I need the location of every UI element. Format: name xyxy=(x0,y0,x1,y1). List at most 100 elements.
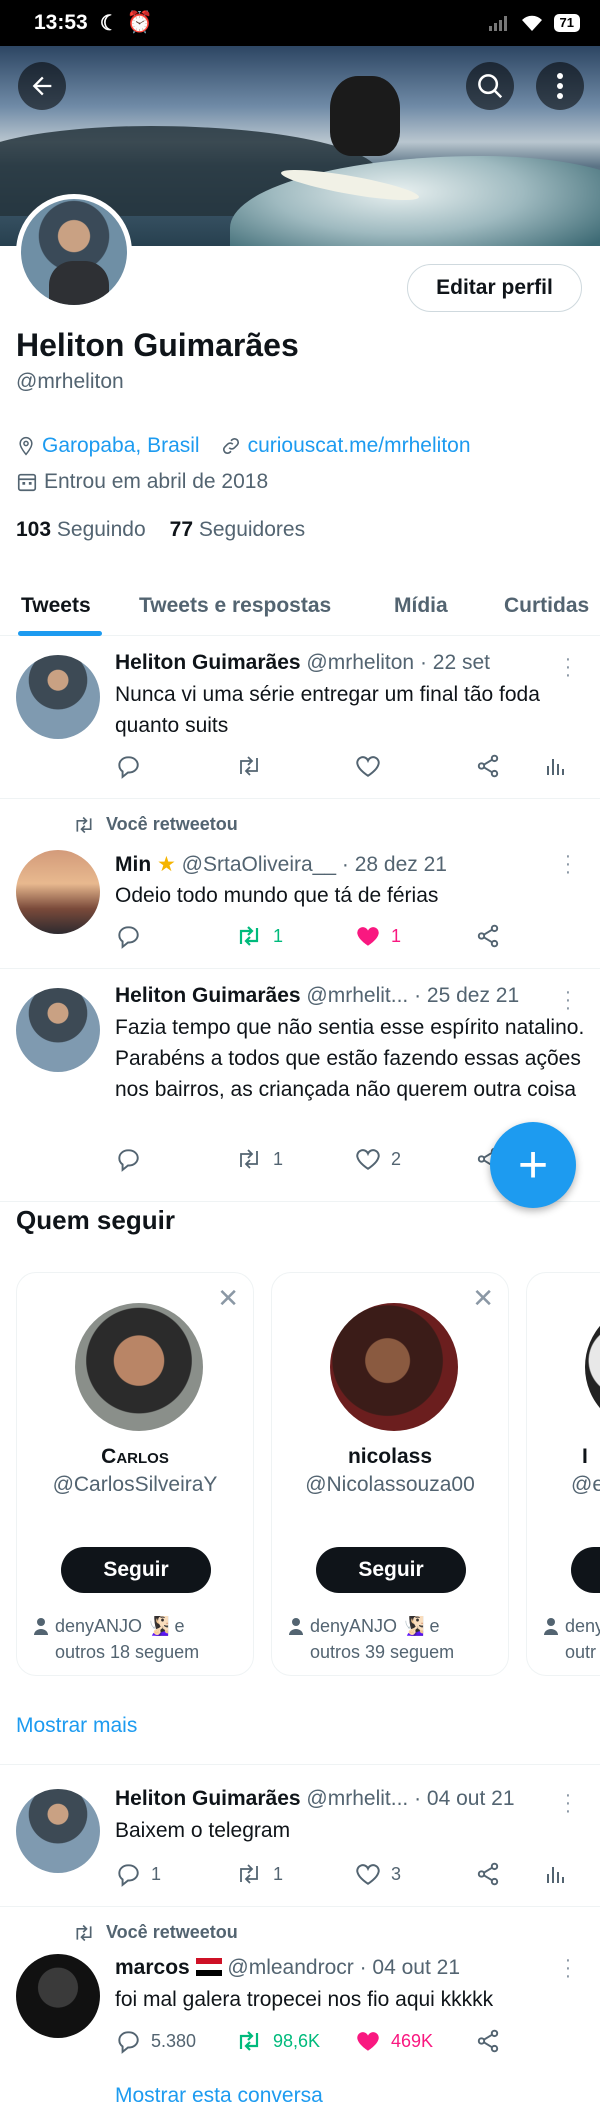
profile-joined-row: Entrou em abril de 2018 xyxy=(16,470,268,494)
retweet-icon xyxy=(76,1924,92,1941)
follow-button[interactable] xyxy=(571,1547,600,1593)
star-emoji-icon: ★ xyxy=(157,853,176,876)
profile-location: Garopaba, Brasil xyxy=(42,434,200,457)
follow-suggestion-card[interactable]: I @e deny outr xyxy=(526,1272,600,1676)
search-button[interactable] xyxy=(466,62,514,110)
retweet-count: 1 xyxy=(273,1863,284,1884)
follow-suggestion-card[interactable]: ✕ Carlos @CarlosSilveiraY Seguir denyANJ… xyxy=(16,1272,254,1676)
tweet-more-icon[interactable]: · · · xyxy=(562,649,574,685)
tab-tweets-and-replies[interactable]: Tweets e respostas xyxy=(139,576,331,636)
retweet-button[interactable]: 98,6K xyxy=(235,2028,320,2054)
analytics-button[interactable] xyxy=(543,753,567,779)
retweet-button[interactable] xyxy=(235,753,263,779)
follow-button[interactable]: Seguir xyxy=(61,1547,211,1593)
close-icon[interactable]: ✕ xyxy=(472,1283,494,1314)
tweet-header: Heliton Guimarães @mrheliton · 22 set xyxy=(115,651,490,674)
share-button[interactable] xyxy=(475,923,501,949)
reply-button[interactable] xyxy=(115,1146,141,1172)
reply-icon xyxy=(118,756,139,779)
profile-website-link[interactable]: curiouscat.me/mrheliton xyxy=(248,434,471,458)
analytics-icon xyxy=(547,1867,564,1883)
retweet-button[interactable]: 1 xyxy=(235,1861,283,1887)
like-button[interactable]: 2 xyxy=(355,1146,401,1172)
like-button[interactable] xyxy=(355,753,381,779)
tweet-avatar[interactable] xyxy=(16,988,100,1072)
retweet-icon xyxy=(240,756,258,776)
followed-by-context: deny outr xyxy=(541,1613,600,1665)
reply-button[interactable]: 1 xyxy=(115,1861,161,1887)
share-button[interactable] xyxy=(475,2028,501,2054)
tweet[interactable]: Heliton Guimarães @mrhelit... · 04 out 2… xyxy=(0,1765,600,1907)
retweet-button[interactable]: 1 xyxy=(235,1146,283,1172)
tweet-header: Heliton Guimarães @mrhelit... · 25 dez 2… xyxy=(115,984,520,1007)
show-more-link[interactable]: Mostrar mais xyxy=(16,1714,137,1738)
follow-suggestion-card[interactable]: ✕ nicolass @Nicolassouza00 Seguir denyAN… xyxy=(271,1272,509,1676)
reply-button[interactable] xyxy=(115,753,141,779)
tweet-more-icon[interactable]: · · · xyxy=(562,1785,574,1821)
share-button[interactable] xyxy=(475,753,501,779)
retweet-indicator: Você retweetou xyxy=(72,1922,238,1943)
close-icon[interactable]: ✕ xyxy=(217,1283,239,1314)
calendar-icon xyxy=(17,473,37,492)
profile-meta-row: Garopaba, Brasil curiouscat.me/mrheliton xyxy=(16,434,471,458)
person-icon xyxy=(289,1618,303,1635)
share-icon xyxy=(477,924,499,948)
signal-icon xyxy=(488,16,507,31)
following-link[interactable]: 103 Seguindo xyxy=(16,518,146,542)
retweet-icon xyxy=(239,926,259,946)
share-button[interactable] xyxy=(475,1861,501,1887)
status-bar: 13:53 ☾ ⏰ 71 xyxy=(0,0,600,46)
like-count: 469K xyxy=(391,2030,434,2051)
status-time: 13:53 xyxy=(34,11,88,34)
link-icon xyxy=(222,437,239,455)
more-options-button[interactable] xyxy=(536,62,584,110)
tweet[interactable]: Você retweetou marcos @mleandrocr · 04 o… xyxy=(0,1908,600,2126)
suggestion-avatar[interactable] xyxy=(75,1303,203,1431)
tweet-more-icon[interactable]: · · · xyxy=(562,982,574,1018)
location-pin-icon xyxy=(19,436,33,456)
person-icon xyxy=(34,1618,48,1635)
tweet-avatar[interactable] xyxy=(16,1789,100,1873)
followed-by-context: denyANJO 🧏🏻‍♀️ e outros 18 seguem xyxy=(31,1613,246,1665)
retweet-count: 1 xyxy=(273,1148,284,1169)
tab-likes[interactable]: Curtidas xyxy=(504,576,589,636)
tab-media[interactable]: Mídia xyxy=(394,576,448,636)
analytics-button[interactable] xyxy=(543,1861,567,1887)
search-icon xyxy=(478,74,503,99)
plus-icon: + xyxy=(517,1136,549,1194)
like-button[interactable]: 1 xyxy=(355,923,401,949)
profile-avatar[interactable] xyxy=(16,194,132,310)
retweet-button[interactable]: 1 xyxy=(235,923,283,949)
heart-icon xyxy=(356,756,380,777)
tweet[interactable]: Heliton Guimarães @mrheliton · 22 set · ·… xyxy=(0,637,600,799)
tweet-avatar[interactable] xyxy=(16,655,100,739)
show-thread-link[interactable]: Mostrar esta conversa xyxy=(115,2084,323,2108)
tab-tweets[interactable]: Tweets xyxy=(21,576,91,636)
share-icon xyxy=(477,1862,499,1886)
like-button[interactable]: 469K xyxy=(355,2028,433,2054)
follow-counts: 103 Seguindo 77 Seguidores xyxy=(16,518,305,542)
tweet-avatar[interactable] xyxy=(16,850,100,934)
profile-handle: @mrheliton xyxy=(16,370,124,393)
edit-profile-button[interactable]: Editar perfil xyxy=(407,264,582,312)
tweet-header: marcos @mleandrocr · 04 out 21 xyxy=(115,1956,461,1979)
heart-filled-icon xyxy=(357,2032,379,2051)
share-icon xyxy=(477,2029,499,2053)
tweet-header: Min ★ @SrtaOliveira__ · 28 dez 21 xyxy=(115,853,447,876)
reply-button[interactable] xyxy=(115,923,141,949)
reply-button[interactable]: 5.380 xyxy=(115,2028,196,2054)
back-button[interactable] xyxy=(18,62,66,110)
suggestion-avatar[interactable] xyxy=(585,1303,600,1431)
like-button[interactable]: 3 xyxy=(355,1861,401,1887)
tweet-more-icon[interactable]: · · · xyxy=(562,1950,574,1986)
tweet-avatar[interactable] xyxy=(16,1954,100,2038)
tweet-more-icon[interactable]: · · · xyxy=(562,846,574,882)
followers-link[interactable]: 77 Seguidores xyxy=(170,518,305,542)
suggestion-avatar[interactable] xyxy=(330,1303,458,1431)
tweet[interactable]: Você retweetou Min ★ @SrtaOliveira__ · 2… xyxy=(0,800,600,969)
retweet-icon xyxy=(239,2031,259,2051)
follow-button[interactable]: Seguir xyxy=(316,1547,466,1593)
suggestion-name: I xyxy=(582,1445,588,1468)
compose-tweet-button[interactable]: + xyxy=(490,1122,576,1208)
more-vertical-icon xyxy=(557,73,563,99)
